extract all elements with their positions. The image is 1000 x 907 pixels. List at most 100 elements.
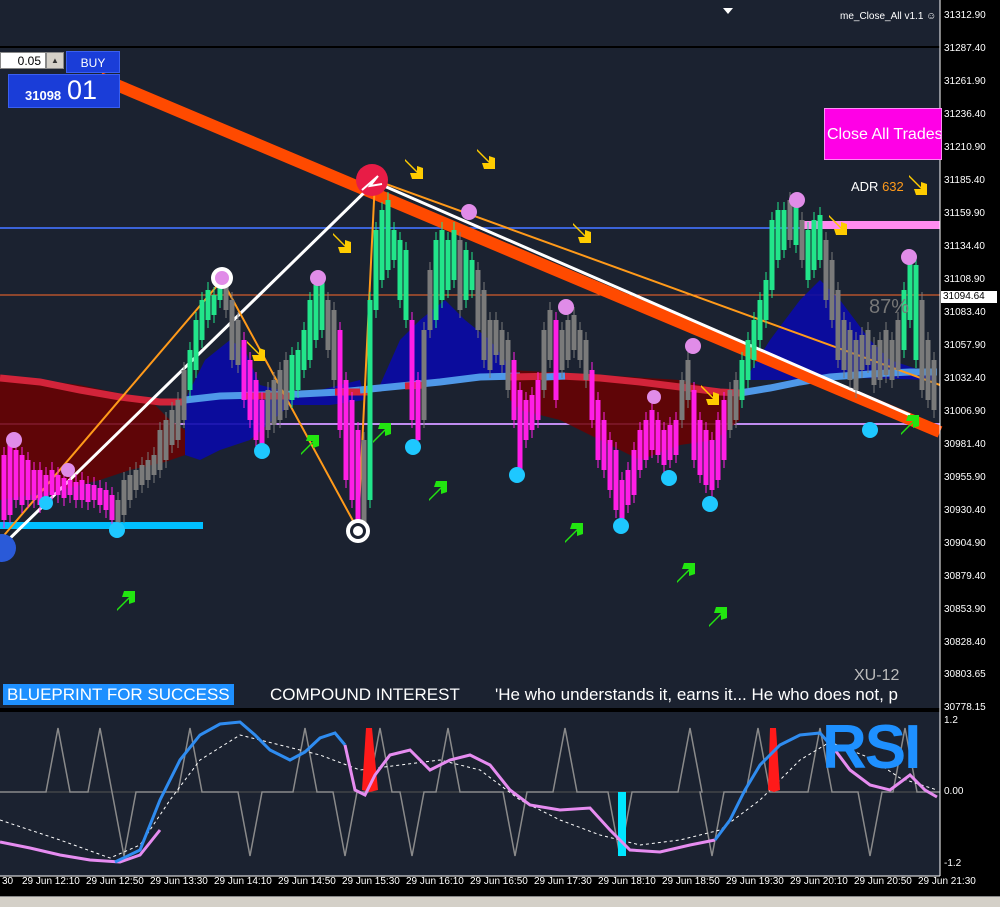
price-axis-label: 30879.40 — [944, 571, 986, 582]
candle — [367, 300, 373, 500]
spin-up-icon[interactable]: ▲ — [46, 52, 64, 69]
price-axis-label: 31083.40 — [944, 307, 986, 318]
candle — [469, 260, 475, 290]
candle — [439, 230, 445, 300]
chart-tabs-strip[interactable] — [0, 896, 1000, 907]
candle — [211, 295, 217, 315]
swing-low-dot-icon — [109, 522, 125, 538]
candle — [733, 380, 739, 420]
lot-size-input[interactable]: 0.05 — [0, 52, 46, 69]
candle — [895, 320, 901, 370]
candle — [337, 330, 343, 430]
candle — [121, 480, 127, 515]
price-axis-label: 30904.90 — [944, 538, 986, 549]
candle — [703, 430, 709, 485]
swing-high-dot-icon — [310, 270, 326, 286]
candle — [547, 310, 553, 360]
time-axis-label: 29 Jun 19:30 — [726, 876, 784, 887]
swing-high-dot-icon — [901, 249, 917, 265]
price-axis-label: 31312.90 — [944, 10, 986, 21]
swing-high-dot-icon — [789, 192, 805, 208]
candle — [811, 220, 817, 270]
price-axis-label: 31287.40 — [944, 43, 986, 54]
candle — [493, 320, 499, 355]
candle — [529, 395, 535, 430]
candle — [517, 390, 523, 470]
candle — [499, 330, 505, 365]
candle — [325, 300, 331, 350]
price-axis-label: 30828.40 — [944, 637, 986, 648]
candle — [853, 340, 859, 390]
candle — [253, 380, 259, 440]
candle — [553, 320, 559, 400]
candle — [883, 330, 889, 375]
adr-label: ADR — [851, 179, 879, 194]
candle — [847, 330, 853, 380]
candle — [571, 315, 577, 350]
candle — [631, 450, 637, 495]
candle — [277, 370, 283, 420]
price-axis-label: 30981.40 — [944, 439, 986, 450]
buy-button[interactable]: BUY — [66, 51, 120, 73]
ticker-quote: 'He who understands it, earns it... He w… — [495, 685, 898, 704]
candle — [133, 470, 139, 490]
candle — [763, 280, 769, 320]
swing-high-dot-icon — [647, 390, 661, 404]
candle — [559, 330, 565, 370]
candle — [139, 465, 145, 485]
candle — [169, 410, 175, 445]
candle — [289, 355, 295, 400]
price-axis-label: 31108.90 — [944, 274, 985, 285]
candle — [805, 230, 811, 280]
adr-indicator: ADR 632 — [851, 179, 904, 194]
close-all-trades-button[interactable]: Close All Trades — [824, 108, 942, 160]
time-axis-label: 29 Jun 16:10 — [406, 876, 464, 887]
time-axis-label: 29 Jun 20:10 — [790, 876, 848, 887]
time-axis-label: 29 Jun 18:50 — [662, 876, 720, 887]
candle — [601, 420, 607, 470]
candle — [49, 470, 55, 495]
price-axis-label: 30955.90 — [944, 472, 986, 483]
candle — [409, 320, 415, 420]
candle — [775, 210, 781, 260]
candle — [535, 380, 541, 420]
candle — [685, 360, 691, 400]
candle — [313, 285, 319, 340]
candle — [673, 420, 679, 455]
time-axis-label: 29 Jun 12:50 — [86, 876, 144, 887]
candle — [85, 484, 91, 502]
candle — [271, 380, 277, 425]
candle — [205, 290, 211, 320]
candle — [157, 430, 163, 470]
buy-price-box[interactable]: 31098 01 — [8, 74, 120, 108]
candle — [7, 445, 13, 515]
candle — [283, 360, 289, 410]
candle — [97, 488, 103, 505]
candle — [871, 345, 877, 385]
smiley-icon[interactable]: ☺ — [926, 11, 936, 22]
time-axis-label: 29 Jun 21:30 — [918, 876, 976, 887]
time-axis-label: 29 Jun 14:10 — [214, 876, 272, 887]
candle — [67, 480, 73, 495]
candle — [793, 205, 799, 245]
time-axis-label: 29 Jun 20:50 — [854, 876, 912, 887]
expert-advisor-name: me_Close_All v1.1 ☺ — [840, 11, 936, 22]
price-axis[interactable]: 31312.90 31287.40 31261.90 31236.40 3121… — [940, 0, 1000, 880]
candle — [319, 280, 325, 330]
candle — [457, 240, 463, 310]
candle — [769, 220, 775, 290]
price-axis-label: 30778.15 — [944, 702, 986, 713]
candle — [523, 400, 529, 440]
time-axis-label: 30 — [2, 876, 14, 887]
price-axis-label: 31261.90 — [944, 76, 986, 87]
candle — [835, 290, 841, 360]
candle — [565, 320, 571, 360]
swing-low-dot-icon — [613, 518, 629, 534]
ticker-compound: COMPOUND INTEREST — [270, 685, 460, 704]
resistance-zone — [803, 221, 940, 229]
candle — [79, 480, 85, 500]
candle — [595, 400, 601, 460]
candle — [931, 360, 937, 410]
candle — [301, 330, 307, 370]
candle — [91, 485, 97, 500]
